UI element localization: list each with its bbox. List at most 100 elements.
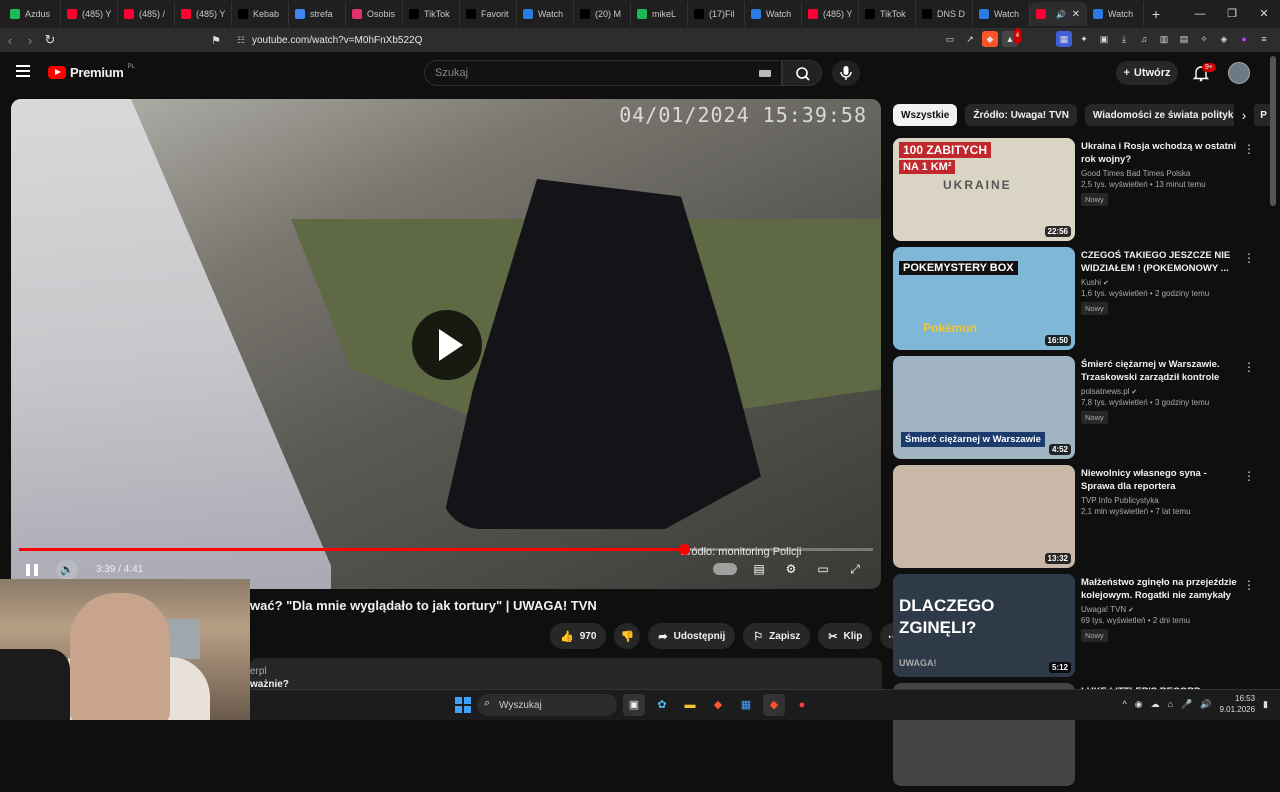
browser-tab[interactable]: Favorit (460, 2, 517, 26)
chevron-right-icon[interactable]: › (1234, 104, 1254, 126)
save-button[interactable]: ⚐ Zapisz (743, 623, 811, 649)
share-button[interactable]: ➦ Udostępnij (648, 623, 736, 649)
speaker-icon[interactable]: 🔊 (1200, 699, 1211, 710)
voice-search-button[interactable] (832, 60, 860, 86)
close-window-icon[interactable]: ✕ (1248, 0, 1280, 28)
share-page-icon[interactable]: ↗ (962, 31, 978, 47)
cast-icon[interactable]: ▭ (942, 31, 958, 47)
browser-tab[interactable]: (485) Y (175, 2, 232, 26)
recommendation-title[interactable]: CZEGOŚ TAKIEGO JESZCZE NIE WIDZIAŁEM ! (… (1081, 249, 1241, 275)
keyboard-icon[interactable] (759, 70, 771, 77)
create-button[interactable]: + Utwórz (1116, 61, 1178, 85)
recommendation-title[interactable]: Małżeństwo zginęło na przejeździe kolejo… (1081, 576, 1241, 602)
download-icon[interactable]: ⤓ (1116, 31, 1132, 47)
autoplay-toggle[interactable] (713, 563, 737, 575)
more-options-icon[interactable]: ⋮ (1243, 578, 1255, 592)
recommendation-thumbnail[interactable]: 100 ZABITYCH NA 1 KM² UKRAINE 22:56 (893, 138, 1075, 241)
progress-bar[interactable] (19, 544, 873, 555)
leo-icon[interactable]: ✧ (1196, 31, 1212, 47)
browser-tab[interactable]: mikeL (631, 2, 688, 26)
recommendation-item[interactable]: 100 ZABITYCH NA 1 KM² UKRAINE 22:56 Ukraina … (893, 138, 1265, 247)
brave-active-icon[interactable]: ◆ (763, 694, 785, 716)
reload-icon[interactable]: ↻ (40, 32, 60, 48)
tray-chevron-icon[interactable]: ^ (1122, 699, 1126, 709)
browser-tab[interactable]: Watch (745, 2, 802, 26)
filter-chip[interactable]: Wszystkie (893, 104, 958, 126)
back-icon[interactable]: ‹ (0, 33, 20, 48)
tray-app-icon[interactable]: ◉ (1135, 699, 1143, 710)
volume-icon[interactable]: 🔊 (56, 560, 78, 580)
filter-chip[interactable]: Wiadomości ze świata polityki (1084, 104, 1245, 126)
task-view-icon[interactable]: ▣ (623, 694, 645, 716)
site-info-icon[interactable]: ☷ (230, 35, 252, 46)
browser-tab[interactable]: (485) Y (802, 2, 859, 26)
recommendation-item[interactable]: Śmierć ciężarnej w Warszawie 4:52 Śmierć c… (893, 356, 1265, 465)
address-bar[interactable]: ☷ youtube.com/watch?v=M0hFnXb522Q (206, 30, 966, 50)
fullscreen-icon[interactable]: ⤢ (845, 560, 865, 578)
more-options-icon[interactable]: ⋮ (1243, 469, 1255, 483)
windows-start-icon[interactable] (455, 697, 471, 713)
browser-tab[interactable]: TikTok (859, 2, 916, 26)
more-options-icon[interactable]: ⋮ (1243, 251, 1255, 265)
browser-tab[interactable]: (485) / (118, 2, 175, 26)
tab-audio-icon[interactable]: 🔊 (1056, 10, 1066, 19)
brave-rewards-icon[interactable]: ▲ 4 (1002, 28, 1021, 47)
channel-row[interactable]: Kushi ✔ (1081, 278, 1241, 287)
youtube-premium-logo[interactable]: Premium PL (48, 64, 135, 80)
menu-icon[interactable]: ≡ (1256, 31, 1272, 47)
notification-center-icon[interactable]: ▮ (1263, 699, 1268, 710)
more-options-icon[interactable]: ⋮ (1243, 360, 1255, 374)
browser-tab[interactable]: Watch (1087, 2, 1144, 26)
microphone-tray-icon[interactable]: 🎤 (1181, 699, 1192, 710)
account-avatar[interactable] (1228, 62, 1250, 84)
browser-tab[interactable]: TikTok (403, 2, 460, 26)
page-scrollbar[interactable] (1270, 56, 1276, 206)
tray-cloud-icon[interactable]: ☁ (1151, 699, 1160, 710)
extension-blue-icon[interactable]: ▦ (1056, 31, 1072, 47)
big-play-button[interactable] (412, 310, 482, 380)
recommendation-thumbnail[interactable]: POKEMYSTERY BOX Pokémon 16:50 (893, 247, 1075, 350)
recommendation-thumbnail[interactable]: DLACZEGO ZGINĘLI? UWAGA! 5:12 (893, 574, 1075, 677)
recommendation-thumbnail[interactable]: 13:32 (893, 465, 1075, 568)
media-icon[interactable]: ♫ (1136, 31, 1152, 47)
clip-button[interactable]: ✂ Klip (818, 623, 873, 649)
settings-gear-icon[interactable]: ⚙ (781, 560, 801, 578)
search-button[interactable] (782, 60, 822, 86)
vpn-icon[interactable]: ◈ (1216, 31, 1232, 47)
wallet-icon[interactable]: ▤ (1176, 31, 1192, 47)
channel-row[interactable]: Uwaga! TVN ✔ (1081, 605, 1241, 614)
browser-tab[interactable]: (485) Y (61, 2, 118, 26)
pause-icon[interactable] (26, 564, 38, 576)
browser-tab[interactable]: Watch (973, 2, 1030, 26)
extensions-puzzle-icon[interactable]: ✦ (1076, 31, 1092, 47)
minimize-icon[interactable]: — (1184, 0, 1216, 28)
more-options-icon[interactable]: ⋮ (1243, 142, 1255, 156)
browser-tab[interactable]: Kebab (232, 2, 289, 26)
app-red-icon[interactable]: ● (791, 694, 813, 716)
store-icon[interactable]: ▦ (735, 694, 757, 716)
tab-close-icon[interactable]: ✕ (1072, 9, 1080, 20)
recommendation-item[interactable]: POKEMYSTERY BOX Pokémon 16:50 CZEGOŚ TAKIEG… (893, 247, 1265, 356)
sidebar-icon[interactable]: ▥ (1156, 31, 1172, 47)
browser-tab[interactable]: Azdus (4, 2, 61, 26)
taskbar-search[interactable]: Wyszukaj (477, 694, 617, 716)
recommendation-title[interactable]: Śmierć ciężarnej w Warszawie. Trzaskowsk… (1081, 358, 1241, 384)
theater-mode-icon[interactable]: ▭ (813, 560, 833, 578)
like-button[interactable]: 👍 970 (550, 623, 607, 649)
dislike-button[interactable]: 👎 (614, 623, 641, 649)
subtitles-icon[interactable]: ▤ (749, 560, 769, 578)
browser-tab[interactable]: 🔊 ✕ (1030, 2, 1087, 26)
channel-row[interactable]: polsatnews.pl ✔ (1081, 387, 1241, 396)
file-explorer-icon[interactable]: ▬ (679, 694, 701, 716)
recommendation-thumbnail[interactable]: Śmierć ciężarnej w Warszawie 4:52 (893, 356, 1075, 459)
channel-row[interactable]: Good Times Bad Times Polska (1081, 169, 1241, 178)
browser-tab[interactable]: (20) M (574, 2, 631, 26)
video-player[interactable]: 04/01/2024 15:39:58 Źródło: monitoring P… (11, 99, 881, 589)
channel-row[interactable]: TVP Info Publicystyka (1081, 496, 1241, 505)
browser-tab[interactable]: (17)Fil (688, 2, 745, 26)
new-tab-button[interactable]: + (1144, 6, 1168, 22)
extension-grid-icon[interactable]: ▣ (1096, 31, 1112, 47)
search-input[interactable]: Szukaj (424, 60, 782, 86)
filter-chip[interactable]: Źródło: Uwaga! TVN (965, 104, 1077, 126)
recommendation-title[interactable]: Ukraina i Rosja wchodzą w ostatni rok wo… (1081, 140, 1241, 166)
